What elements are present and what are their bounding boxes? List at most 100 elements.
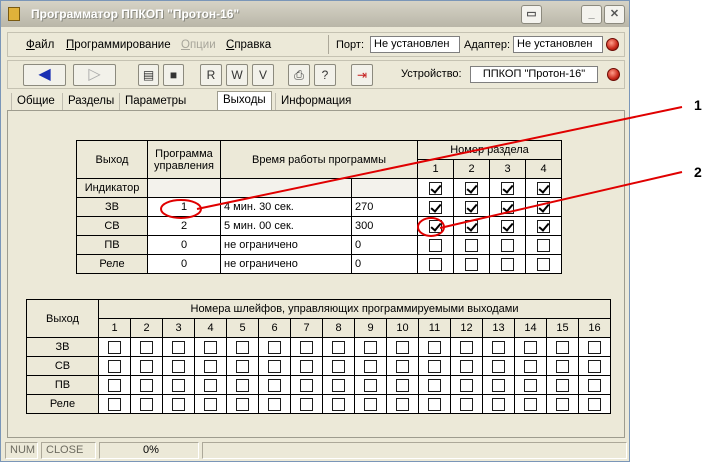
section-checkbox-1[interactable] xyxy=(429,238,442,252)
loop-checkbox-15[interactable] xyxy=(556,359,569,373)
loop-checkbox-1[interactable] xyxy=(108,378,121,392)
loop-checkbox-13[interactable] xyxy=(492,397,505,411)
loop-checkbox-9[interactable] xyxy=(364,378,377,392)
loop-checkbox-13[interactable] xyxy=(492,340,505,354)
loop-checkbox-16[interactable] xyxy=(588,397,601,411)
loop-checkbox-16[interactable] xyxy=(588,359,601,373)
section-checkbox-2[interactable] xyxy=(465,238,478,252)
read-device-icon[interactable]: R xyxy=(200,64,222,86)
loop-checkbox-12[interactable] xyxy=(460,359,473,373)
loop-checkbox-12[interactable] xyxy=(460,378,473,392)
loop-checkbox-11[interactable] xyxy=(428,397,441,411)
loop-checkbox-14[interactable] xyxy=(524,359,537,373)
section-checkbox-1[interactable] xyxy=(429,257,442,271)
section-checkbox-2[interactable] xyxy=(465,200,478,214)
loop-checkbox-15[interactable] xyxy=(556,378,569,392)
menu-file[interactable]: Файл xyxy=(26,39,54,51)
loop-checkbox-5[interactable] xyxy=(236,378,249,392)
section-checkbox-2[interactable] xyxy=(465,257,478,271)
loop-checkbox-10[interactable] xyxy=(396,378,409,392)
loop-checkbox-5[interactable] xyxy=(236,340,249,354)
write-device-icon[interactable]: W xyxy=(226,64,248,86)
section-checkbox-2[interactable] xyxy=(465,181,478,195)
section-checkbox-3[interactable] xyxy=(501,257,514,271)
open-folder-icon[interactable]: ▤ xyxy=(138,64,159,86)
forward-arrow-icon[interactable]: ▷ xyxy=(73,64,116,86)
menu-options[interactable]: Опции xyxy=(181,39,216,51)
print-icon[interactable]: ⎙ xyxy=(288,64,310,86)
loop-checkbox-8[interactable] xyxy=(332,378,345,392)
loop-checkbox-7[interactable] xyxy=(300,378,313,392)
section-checkbox-4[interactable] xyxy=(537,181,550,195)
adapter-field[interactable]: Не установлен xyxy=(513,36,603,53)
time-value-field[interactable]: 300 xyxy=(351,216,418,236)
loop-checkbox-6[interactable] xyxy=(268,378,281,392)
program-field[interactable]: 2 xyxy=(147,216,221,236)
loop-checkbox-3[interactable] xyxy=(172,378,185,392)
port-field[interactable]: Не установлен xyxy=(370,36,460,53)
loop-checkbox-11[interactable] xyxy=(428,359,441,373)
section-checkbox-1[interactable] xyxy=(429,181,442,195)
loop-checkbox-9[interactable] xyxy=(364,359,377,373)
loop-checkbox-9[interactable] xyxy=(364,340,377,354)
loop-checkbox-7[interactable] xyxy=(300,397,313,411)
loop-checkbox-4[interactable] xyxy=(204,378,217,392)
loop-checkbox-9[interactable] xyxy=(364,397,377,411)
verify-device-icon[interactable]: V xyxy=(252,64,274,86)
section-checkbox-4[interactable] xyxy=(537,257,550,271)
program-field[interactable]: 1 xyxy=(147,197,221,217)
section-checkbox-4[interactable] xyxy=(537,219,550,233)
loop-checkbox-5[interactable] xyxy=(236,359,249,373)
help-icon[interactable]: ? xyxy=(314,64,336,86)
loop-checkbox-1[interactable] xyxy=(108,340,121,354)
save-disk-icon[interactable]: ■ xyxy=(163,64,184,86)
loop-checkbox-16[interactable] xyxy=(588,378,601,392)
loop-checkbox-8[interactable] xyxy=(332,359,345,373)
loop-checkbox-6[interactable] xyxy=(268,340,281,354)
loop-checkbox-10[interactable] xyxy=(396,359,409,373)
time-value-field[interactable] xyxy=(351,178,418,198)
menu-programming[interactable]: Программирование xyxy=(66,39,171,51)
program-field[interactable]: 0 xyxy=(147,235,221,255)
tab-loop-params[interactable]: Параметры ШС xyxy=(119,93,191,123)
loop-checkbox-3[interactable] xyxy=(172,340,185,354)
loop-checkbox-2[interactable] xyxy=(140,378,153,392)
section-checkbox-4[interactable] xyxy=(537,238,550,252)
loop-checkbox-10[interactable] xyxy=(396,397,409,411)
loop-checkbox-14[interactable] xyxy=(524,340,537,354)
section-checkbox-3[interactable] xyxy=(501,238,514,252)
loop-checkbox-8[interactable] xyxy=(332,397,345,411)
time-value-field[interactable]: 0 xyxy=(351,254,418,274)
loop-checkbox-12[interactable] xyxy=(460,340,473,354)
loop-checkbox-4[interactable] xyxy=(204,397,217,411)
loop-checkbox-16[interactable] xyxy=(588,340,601,354)
loop-checkbox-5[interactable] xyxy=(236,397,249,411)
section-checkbox-3[interactable] xyxy=(501,219,514,233)
time-value-field[interactable]: 270 xyxy=(351,197,418,217)
section-checkbox-3[interactable] xyxy=(501,200,514,214)
loop-checkbox-13[interactable] xyxy=(492,378,505,392)
close-button[interactable]: ✕ xyxy=(604,5,625,24)
loop-checkbox-11[interactable] xyxy=(428,340,441,354)
tab-sections[interactable]: Разделы xyxy=(62,93,119,111)
loop-checkbox-3[interactable] xyxy=(172,359,185,373)
section-checkbox-1[interactable] xyxy=(429,219,442,233)
loop-checkbox-14[interactable] xyxy=(524,378,537,392)
loop-checkbox-3[interactable] xyxy=(172,397,185,411)
loop-checkbox-4[interactable] xyxy=(204,340,217,354)
menu-help[interactable]: Справка xyxy=(226,39,271,51)
back-arrow-icon[interactable]: ◀ xyxy=(23,64,66,86)
loop-checkbox-7[interactable] xyxy=(300,359,313,373)
tab-information[interactable]: Информация xyxy=(275,93,356,111)
loop-checkbox-15[interactable] xyxy=(556,340,569,354)
loop-checkbox-2[interactable] xyxy=(140,359,153,373)
loop-checkbox-2[interactable] xyxy=(140,340,153,354)
loop-checkbox-2[interactable] xyxy=(140,397,153,411)
device-field[interactable]: ППКОП "Протон-16" xyxy=(470,66,598,83)
loop-checkbox-15[interactable] xyxy=(556,397,569,411)
section-checkbox-4[interactable] xyxy=(537,200,550,214)
loop-checkbox-1[interactable] xyxy=(108,359,121,373)
program-field[interactable] xyxy=(147,178,221,198)
tab-outputs[interactable]: Выходы xyxy=(217,91,272,111)
loop-checkbox-11[interactable] xyxy=(428,378,441,392)
